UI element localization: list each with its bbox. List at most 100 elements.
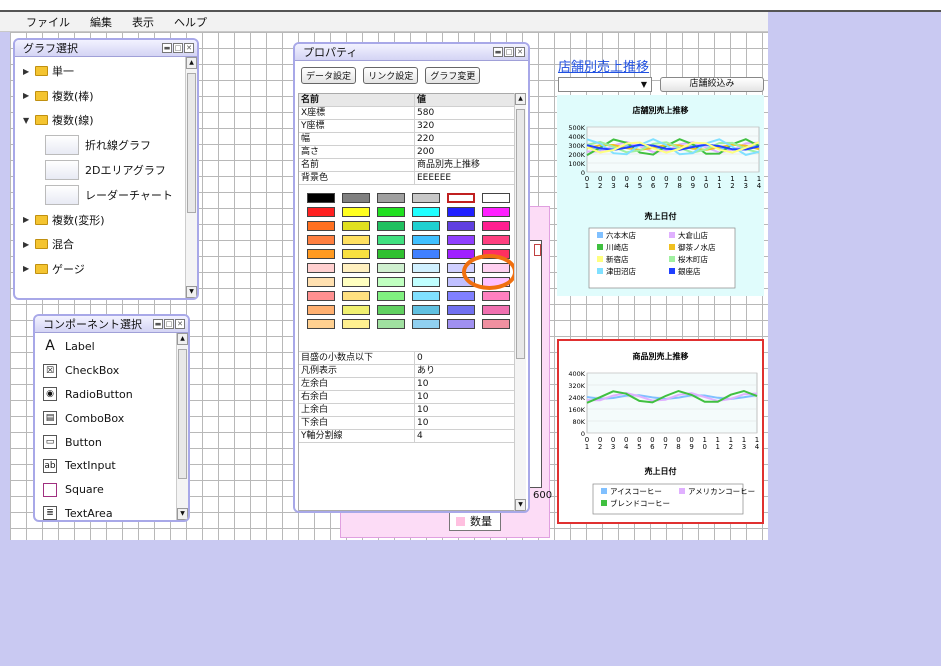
close-icon[interactable]: ✕ bbox=[175, 319, 185, 329]
property-row[interactable]: 背景色 EEEEEE bbox=[299, 172, 515, 185]
property-value[interactable]: 10 bbox=[415, 378, 515, 390]
color-swatch[interactable] bbox=[377, 291, 405, 301]
color-swatch[interactable] bbox=[342, 249, 370, 259]
color-swatch[interactable] bbox=[447, 305, 475, 315]
property-value[interactable]: 580 bbox=[415, 107, 515, 119]
graph-tree-item[interactable]: ▶ ゲージ bbox=[15, 257, 197, 282]
property-row[interactable]: 左余白 10 bbox=[299, 378, 515, 391]
scroll-down-icon[interactable]: ▼ bbox=[177, 508, 188, 520]
color-swatch[interactable] bbox=[377, 193, 405, 203]
property-row[interactable]: 上余白 10 bbox=[299, 404, 515, 417]
color-swatch[interactable] bbox=[307, 235, 335, 245]
color-swatch[interactable] bbox=[482, 319, 510, 329]
minimize-icon[interactable]: ▬ bbox=[162, 43, 172, 53]
color-swatch[interactable] bbox=[307, 305, 335, 315]
component-select-titlebar[interactable]: コンポーネント選択 ▬ □ ✕ bbox=[35, 316, 188, 333]
color-swatch[interactable] bbox=[412, 235, 440, 245]
property-value[interactable]: 10 bbox=[415, 417, 515, 429]
property-row[interactable]: Y座標 320 bbox=[299, 120, 515, 133]
property-row[interactable]: 目盛の小数点以下 0 bbox=[299, 352, 515, 365]
color-swatch[interactable] bbox=[342, 277, 370, 287]
store-chart[interactable]: 店舗別売上推移 500K 400K 300K 200K 100K 0 0 1 0 2 0 3 0 4 0 5 0 6… bbox=[557, 95, 764, 296]
color-swatch[interactable] bbox=[377, 221, 405, 231]
color-swatch[interactable] bbox=[307, 249, 335, 259]
property-value[interactable]: 商品別売上推移 bbox=[415, 159, 515, 171]
color-swatch[interactable] bbox=[307, 319, 335, 329]
scroll-thumb[interactable] bbox=[187, 73, 196, 213]
color-swatch[interactable] bbox=[447, 193, 475, 203]
color-swatch[interactable] bbox=[307, 263, 335, 273]
color-swatch[interactable] bbox=[447, 221, 475, 231]
graph-tree-item[interactable]: 折れ線グラフ bbox=[15, 133, 197, 158]
store-select[interactable]: ▼ bbox=[558, 77, 652, 92]
color-swatch[interactable] bbox=[412, 291, 440, 301]
color-swatch[interactable] bbox=[377, 319, 405, 329]
color-swatch[interactable] bbox=[412, 193, 440, 203]
chevron-right-icon[interactable]: ▶ bbox=[23, 215, 35, 224]
color-swatch[interactable] bbox=[307, 193, 335, 203]
link-settings-button[interactable]: リンク設定 bbox=[363, 67, 419, 84]
component-item[interactable]: ab TextInput bbox=[35, 454, 188, 478]
color-swatch[interactable] bbox=[482, 291, 510, 301]
chevron-right-icon[interactable]: ▶ bbox=[23, 240, 35, 249]
property-row[interactable]: 名前 商品別売上推移 bbox=[299, 159, 515, 172]
color-swatch[interactable] bbox=[412, 263, 440, 273]
color-swatch[interactable] bbox=[342, 235, 370, 245]
color-swatch[interactable] bbox=[412, 221, 440, 231]
property-row[interactable]: X座標 580 bbox=[299, 107, 515, 120]
color-swatch[interactable] bbox=[412, 319, 440, 329]
property-scrollbar[interactable]: ▲ ▼ bbox=[514, 93, 526, 511]
graph-select-titlebar[interactable]: グラフ選択 ▬ □ ✕ bbox=[15, 40, 197, 57]
color-swatch[interactable] bbox=[412, 305, 440, 315]
close-icon[interactable]: ✕ bbox=[184, 43, 194, 53]
maximize-icon[interactable]: □ bbox=[504, 47, 514, 57]
scroll-down-icon[interactable]: ▼ bbox=[186, 286, 197, 298]
color-swatch[interactable] bbox=[342, 193, 370, 203]
graph-tree-item[interactable]: ▶ 複数(棒) bbox=[15, 84, 197, 109]
data-settings-button[interactable]: データ設定 bbox=[301, 67, 357, 84]
property-row[interactable]: 幅 220 bbox=[299, 133, 515, 146]
close-icon[interactable]: ✕ bbox=[515, 47, 525, 57]
menu-help[interactable]: ヘルプ bbox=[174, 14, 207, 30]
color-swatch[interactable] bbox=[307, 277, 335, 287]
chevron-right-icon[interactable]: ▶ bbox=[23, 67, 35, 76]
property-value[interactable]: EEEEEE bbox=[415, 172, 515, 184]
product-chart[interactable]: 商品別売上推移 400K 320K 240K 160K 80K 0 0 1 0 2 0 3 0 4 0 5 0 6 0… bbox=[557, 339, 764, 524]
graph-tree-item[interactable]: レーダーチャート bbox=[15, 183, 197, 208]
property-row[interactable]: 凡例表示 あり bbox=[299, 365, 515, 378]
color-swatch[interactable] bbox=[447, 207, 475, 217]
chevron-right-icon[interactable]: ▶ bbox=[23, 264, 35, 273]
color-swatch[interactable] bbox=[377, 277, 405, 287]
menu-view[interactable]: 表示 bbox=[132, 14, 154, 30]
minimize-icon[interactable]: ▬ bbox=[493, 47, 503, 57]
color-swatch[interactable] bbox=[342, 207, 370, 217]
graph-tree-item[interactable]: ▼ 複数(線) bbox=[15, 108, 197, 133]
color-swatch[interactable] bbox=[342, 291, 370, 301]
color-swatch[interactable] bbox=[377, 207, 405, 217]
change-graph-button[interactable]: グラフ変更 bbox=[425, 67, 481, 84]
color-swatch[interactable] bbox=[447, 291, 475, 301]
menu-file[interactable]: ファイル bbox=[26, 14, 70, 30]
component-item[interactable]: ▭ Button bbox=[35, 430, 188, 454]
color-swatch[interactable] bbox=[482, 221, 510, 231]
graph-tree-item[interactable]: 2Dエリアグラフ bbox=[15, 158, 197, 183]
property-row[interactable]: Y軸分割線 4 bbox=[299, 430, 515, 443]
minimize-icon[interactable]: ▬ bbox=[153, 319, 163, 329]
scroll-thumb[interactable] bbox=[178, 349, 187, 479]
property-row[interactable]: 高さ 200 bbox=[299, 146, 515, 159]
scroll-thumb[interactable] bbox=[516, 109, 525, 359]
color-swatch[interactable] bbox=[342, 263, 370, 273]
property-value[interactable]: 4 bbox=[415, 430, 515, 442]
component-item[interactable]: ▤ ComboBox bbox=[35, 406, 188, 430]
component-item[interactable]: A Label bbox=[35, 335, 188, 359]
color-swatch[interactable] bbox=[412, 249, 440, 259]
color-swatch[interactable] bbox=[377, 305, 405, 315]
color-swatch[interactable] bbox=[447, 319, 475, 329]
color-swatch[interactable] bbox=[482, 305, 510, 315]
color-swatch[interactable] bbox=[307, 291, 335, 301]
component-scrollbar[interactable]: ▲ ▼ bbox=[176, 333, 188, 520]
color-swatch[interactable] bbox=[482, 193, 510, 203]
property-value[interactable]: 10 bbox=[415, 391, 515, 403]
store-link-title[interactable]: 店舗別売上推移 bbox=[558, 56, 649, 75]
property-value[interactable]: 10 bbox=[415, 404, 515, 416]
